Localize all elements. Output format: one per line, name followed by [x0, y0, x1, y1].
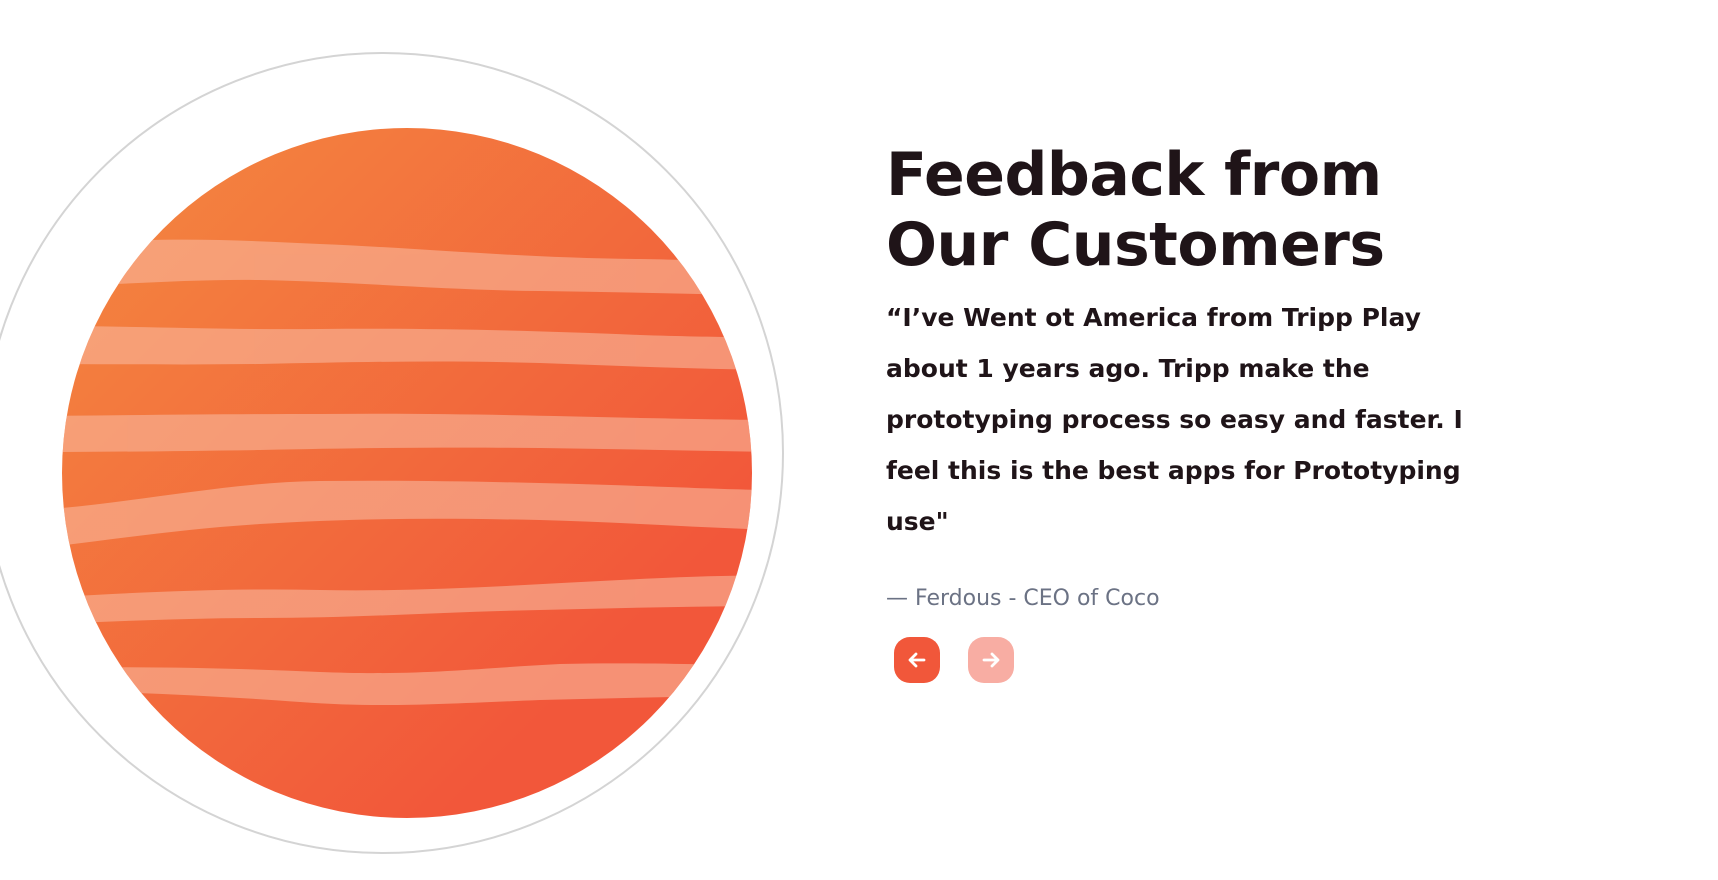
arrow-right-icon — [982, 652, 1000, 668]
testimonial-author: — Ferdous - CEO of Coco — [886, 586, 1160, 611]
planet-illustration — [0, 0, 800, 880]
carousel-navigation — [886, 637, 1526, 683]
previous-button[interactable] — [894, 637, 940, 683]
arrow-left-icon — [908, 652, 926, 668]
heading-line-1: Feedback from — [886, 140, 1382, 210]
striped-planet-illustration — [0, 52, 784, 854]
planet-body — [62, 128, 752, 818]
next-button[interactable] — [968, 637, 1014, 683]
heading-line-2: Our Customers — [886, 210, 1385, 280]
section-heading: Feedback from Our Customers — [886, 140, 1526, 280]
testimonial-section: Feedback from Our Customers “I’ve Went o… — [886, 140, 1526, 683]
testimonial-quote: “I’ve Went ot America from Tripp Play ab… — [886, 303, 1463, 536]
